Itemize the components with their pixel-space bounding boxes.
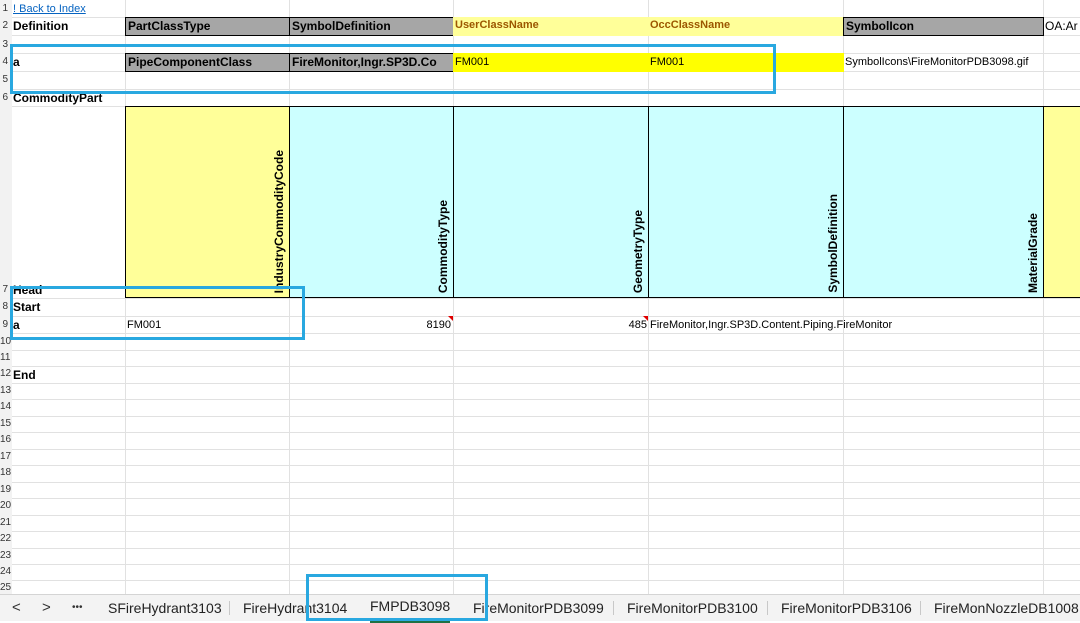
tab-separator xyxy=(767,601,768,615)
row-number[interactable]: 6 xyxy=(0,91,8,105)
row-number[interactable]: 21 xyxy=(0,516,11,530)
row-number[interactable]: 14 xyxy=(0,400,11,414)
header-industry-commodity-code[interactable]: IndustryCommodityCode xyxy=(125,106,290,298)
header-user-class-name[interactable]: UserClassName xyxy=(453,17,649,36)
row-number[interactable]: 19 xyxy=(0,483,11,497)
gridline xyxy=(12,531,1080,532)
gridline xyxy=(12,515,1080,516)
row-number[interactable]: 16 xyxy=(0,433,11,447)
gridline xyxy=(12,564,1080,565)
tab-firemonnozzledb1008[interactable]: FireMonNozzleDB1008 xyxy=(934,595,1079,621)
header-symbol-definition-2[interactable]: SymbolDefinition xyxy=(648,106,844,298)
commodity-type-value[interactable]: 8190 xyxy=(291,317,451,333)
header-text: MaterialGrade xyxy=(1026,212,1040,293)
gridline xyxy=(12,482,1080,483)
spreadsheet-grid[interactable]: 1 2 3 4 5 6 7 8 9 10 11 12 13 14 15 16 1… xyxy=(0,0,1080,594)
row-number[interactable]: 23 xyxy=(0,549,11,563)
row-number[interactable]: 9 xyxy=(0,318,8,332)
row-number[interactable]: 4 xyxy=(0,55,8,69)
header-next-column[interactable] xyxy=(1043,106,1080,298)
row-number[interactable]: 7 xyxy=(0,283,8,297)
row-number[interactable]: 22 xyxy=(0,532,11,546)
header-symbol-definition[interactable]: SymbolDefinition xyxy=(289,17,454,36)
header-material-grade[interactable]: MaterialGrade xyxy=(843,106,1044,298)
highlight-box-start-row xyxy=(10,286,305,340)
symbol-definition-full-value[interactable]: FireMonitor,Ingr.SP3D.Content.Piping.Fir… xyxy=(650,317,1050,333)
symbol-icon-value[interactable]: SymbolIcons\FireMonitorPDB3098.gif xyxy=(845,54,1043,71)
gridline xyxy=(12,465,1080,466)
header-occ-class-name[interactable]: OccClassName xyxy=(648,17,844,36)
gridline xyxy=(12,449,1080,450)
definition-label[interactable]: Definition xyxy=(13,18,123,35)
row-number[interactable]: 15 xyxy=(0,417,11,431)
tab-firemonitorpdb3100[interactable]: FireMonitorPDB3100 xyxy=(627,595,758,621)
highlight-box-active-tab xyxy=(306,574,488,621)
prev-sheet-button[interactable]: < xyxy=(12,595,21,621)
row-number[interactable]: 11 xyxy=(0,351,10,365)
row-number[interactable]: 24 xyxy=(0,565,11,579)
next-sheet-button[interactable]: > xyxy=(42,595,51,621)
more-sheets-button[interactable]: ••• xyxy=(72,595,83,621)
highlight-box-definition-row xyxy=(10,44,776,94)
row-number[interactable]: 5 xyxy=(0,73,8,87)
gridline xyxy=(12,366,1080,367)
sheet-tab-bar: < > ••• SFireHydrant3103 FireHydrant3104… xyxy=(0,574,1080,623)
geometry-type-value[interactable]: 485 xyxy=(455,317,647,333)
gridline xyxy=(12,548,1080,549)
row-number[interactable]: 10 xyxy=(0,335,11,349)
row-number[interactable]: 3 xyxy=(0,38,8,52)
header-text: IndustryCommodityCode xyxy=(272,149,286,293)
tab-separator xyxy=(613,601,614,615)
gridline xyxy=(12,432,1080,433)
header-text: CommodityType xyxy=(436,199,450,293)
tab-firemonitorpdb3099[interactable]: FireMonitorPDB3099 xyxy=(473,595,604,621)
header-commodity-type[interactable]: CommodityType xyxy=(289,106,454,298)
end-label[interactable]: End xyxy=(13,367,123,383)
row-number[interactable]: 8 xyxy=(0,300,8,314)
row-number[interactable]: 2 xyxy=(0,19,8,33)
row-number[interactable]: 18 xyxy=(0,466,11,480)
header-symbol-icon[interactable]: SymbolIcon xyxy=(843,17,1044,36)
row-number[interactable]: 25 xyxy=(0,581,11,594)
back-to-index-link[interactable]: ! Back to Index xyxy=(13,1,123,17)
comment-indicator-icon xyxy=(643,316,648,321)
comment-indicator-icon xyxy=(448,316,453,321)
header-text: GeometryType xyxy=(631,209,645,293)
row-number[interactable]: 12 xyxy=(0,367,11,381)
gridline xyxy=(12,350,1080,351)
row-number[interactable]: 13 xyxy=(0,384,11,398)
tab-firemonitorpdb3106[interactable]: FireMonitorPDB3106 xyxy=(781,595,912,621)
gridline xyxy=(12,383,1080,384)
header-part-class-type[interactable]: PartClassType xyxy=(125,17,290,36)
row-number[interactable]: 17 xyxy=(0,450,11,464)
gridline xyxy=(12,399,1080,400)
tab-separator xyxy=(920,601,921,615)
row-number[interactable]: 20 xyxy=(0,499,11,513)
gridline xyxy=(12,416,1080,417)
gridline xyxy=(12,580,1080,581)
header-text: SymbolDefinition xyxy=(826,194,840,293)
header-oa-truncated[interactable]: OA:Ar xyxy=(1045,18,1080,35)
row-number[interactable]: 1 xyxy=(0,2,8,16)
header-geometry-type[interactable]: GeometryType xyxy=(453,106,649,298)
tab-separator xyxy=(229,601,230,615)
gridline xyxy=(12,498,1080,499)
tab-sfirehydrant3103[interactable]: SFireHydrant3103 xyxy=(108,595,222,621)
